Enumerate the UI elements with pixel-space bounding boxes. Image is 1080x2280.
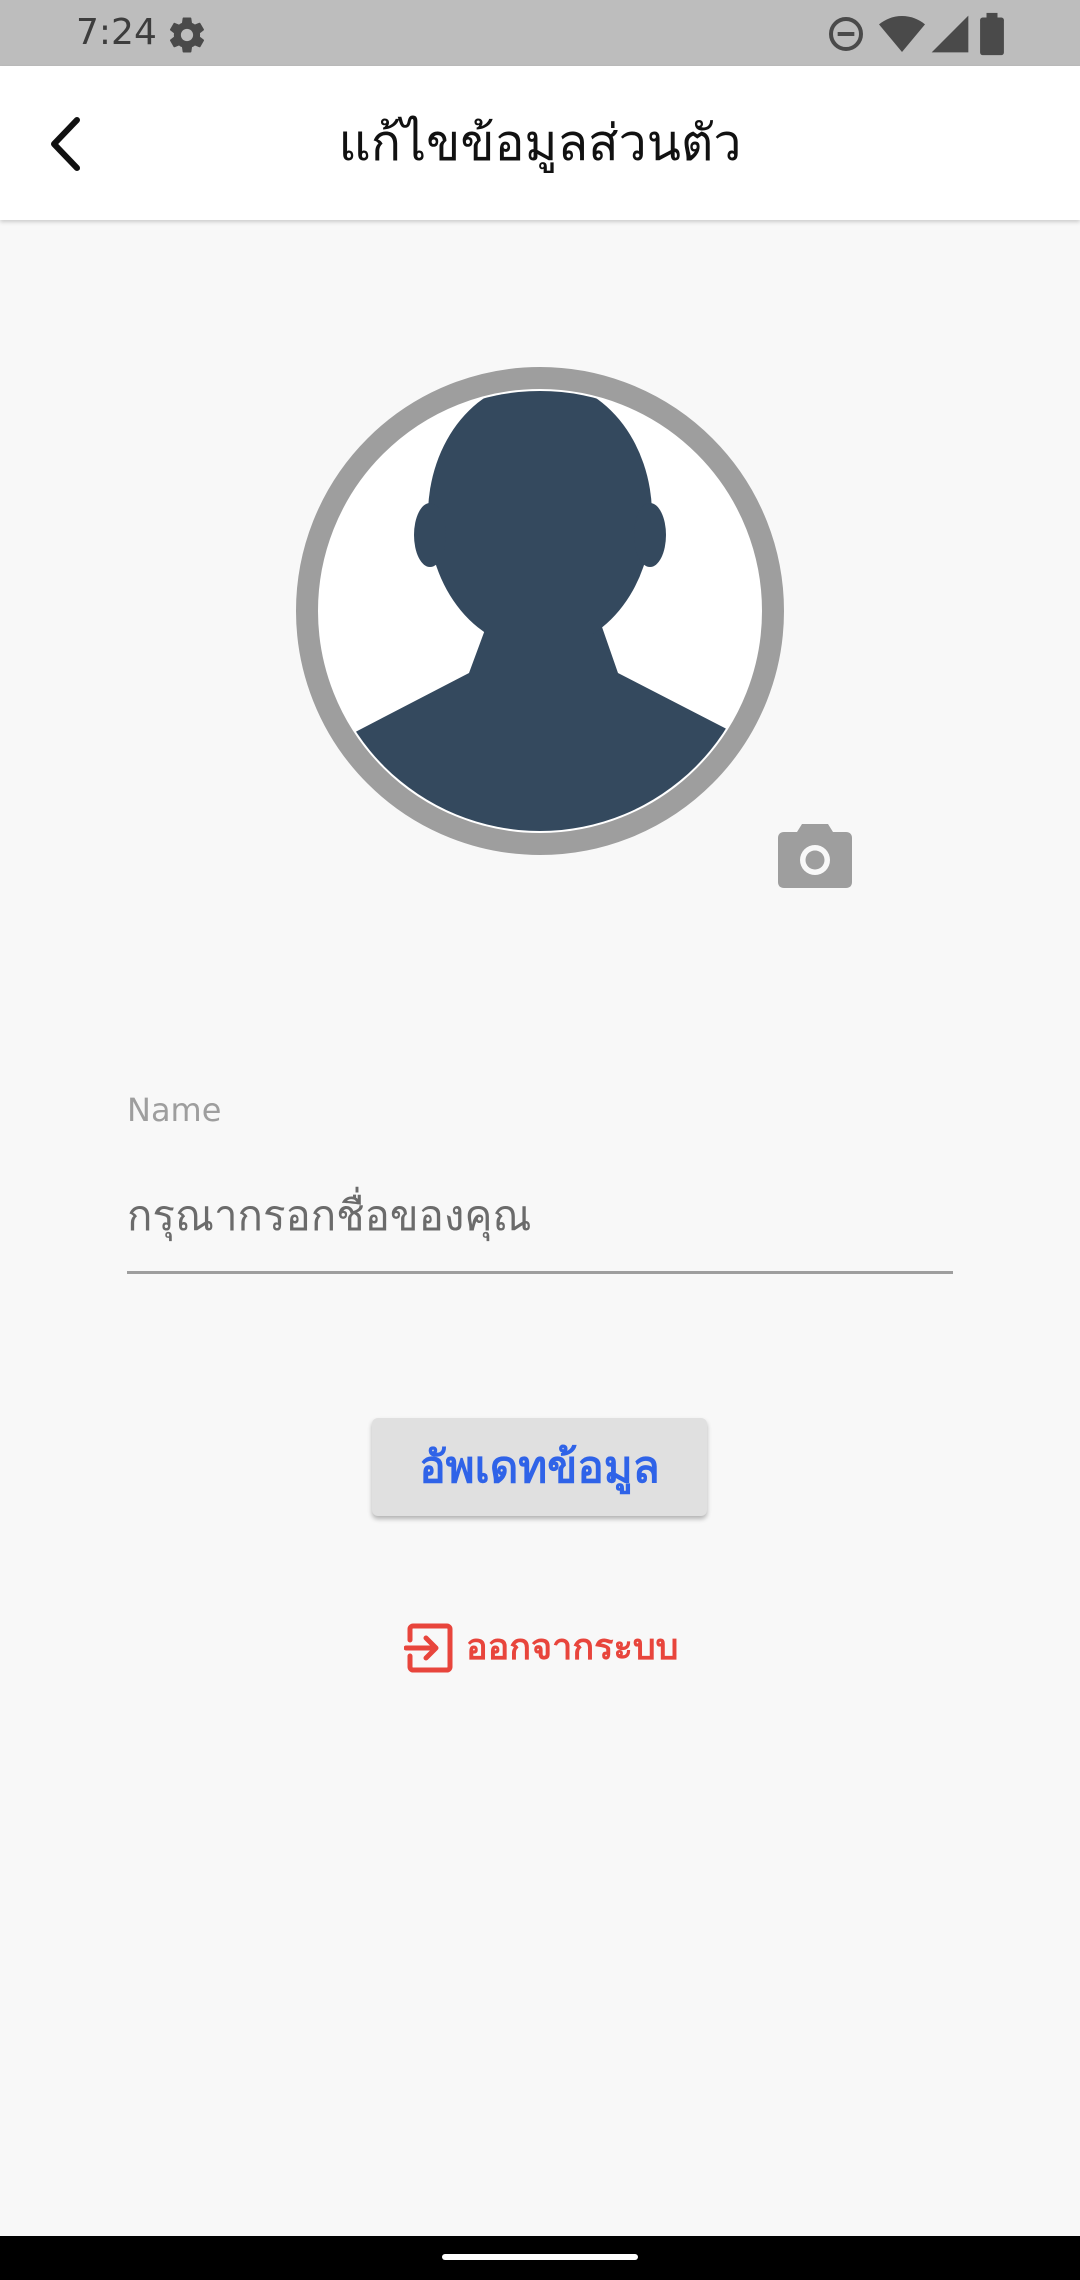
- logout-button[interactable]: ออกจากระบบ: [404, 1620, 679, 1676]
- update-profile-button[interactable]: อัพเดทข้อมูล: [372, 1418, 707, 1516]
- do-not-disturb-icon: [829, 17, 863, 51]
- system-navigation-bar: [0, 2236, 1080, 2280]
- gear-icon: [169, 17, 205, 53]
- status-bar: 7:24: [0, 0, 1080, 66]
- change-photo-button[interactable]: [772, 818, 858, 898]
- name-label: Name: [127, 1091, 222, 1129]
- logout-icon: [404, 1623, 453, 1673]
- app-bar: แก้ไขข้อมูลส่วนตัว: [0, 66, 1080, 220]
- back-button[interactable]: [24, 102, 108, 186]
- signal-icon: [931, 15, 969, 53]
- home-indicator[interactable]: [442, 2254, 638, 2260]
- person-silhouette-icon: [296, 367, 784, 855]
- logout-label: ออกจากระบบ: [466, 1627, 679, 1668]
- battery-icon: [980, 12, 1004, 56]
- profile-avatar[interactable]: [296, 367, 784, 855]
- chevron-left-icon: [51, 117, 80, 171]
- wifi-icon: [879, 16, 925, 52]
- page-title: แก้ไขข้อมูลส่วนตัว: [338, 114, 742, 172]
- status-time: 7:24: [76, 12, 157, 53]
- name-input[interactable]: [127, 1160, 953, 1274]
- camera-icon: [778, 824, 852, 888]
